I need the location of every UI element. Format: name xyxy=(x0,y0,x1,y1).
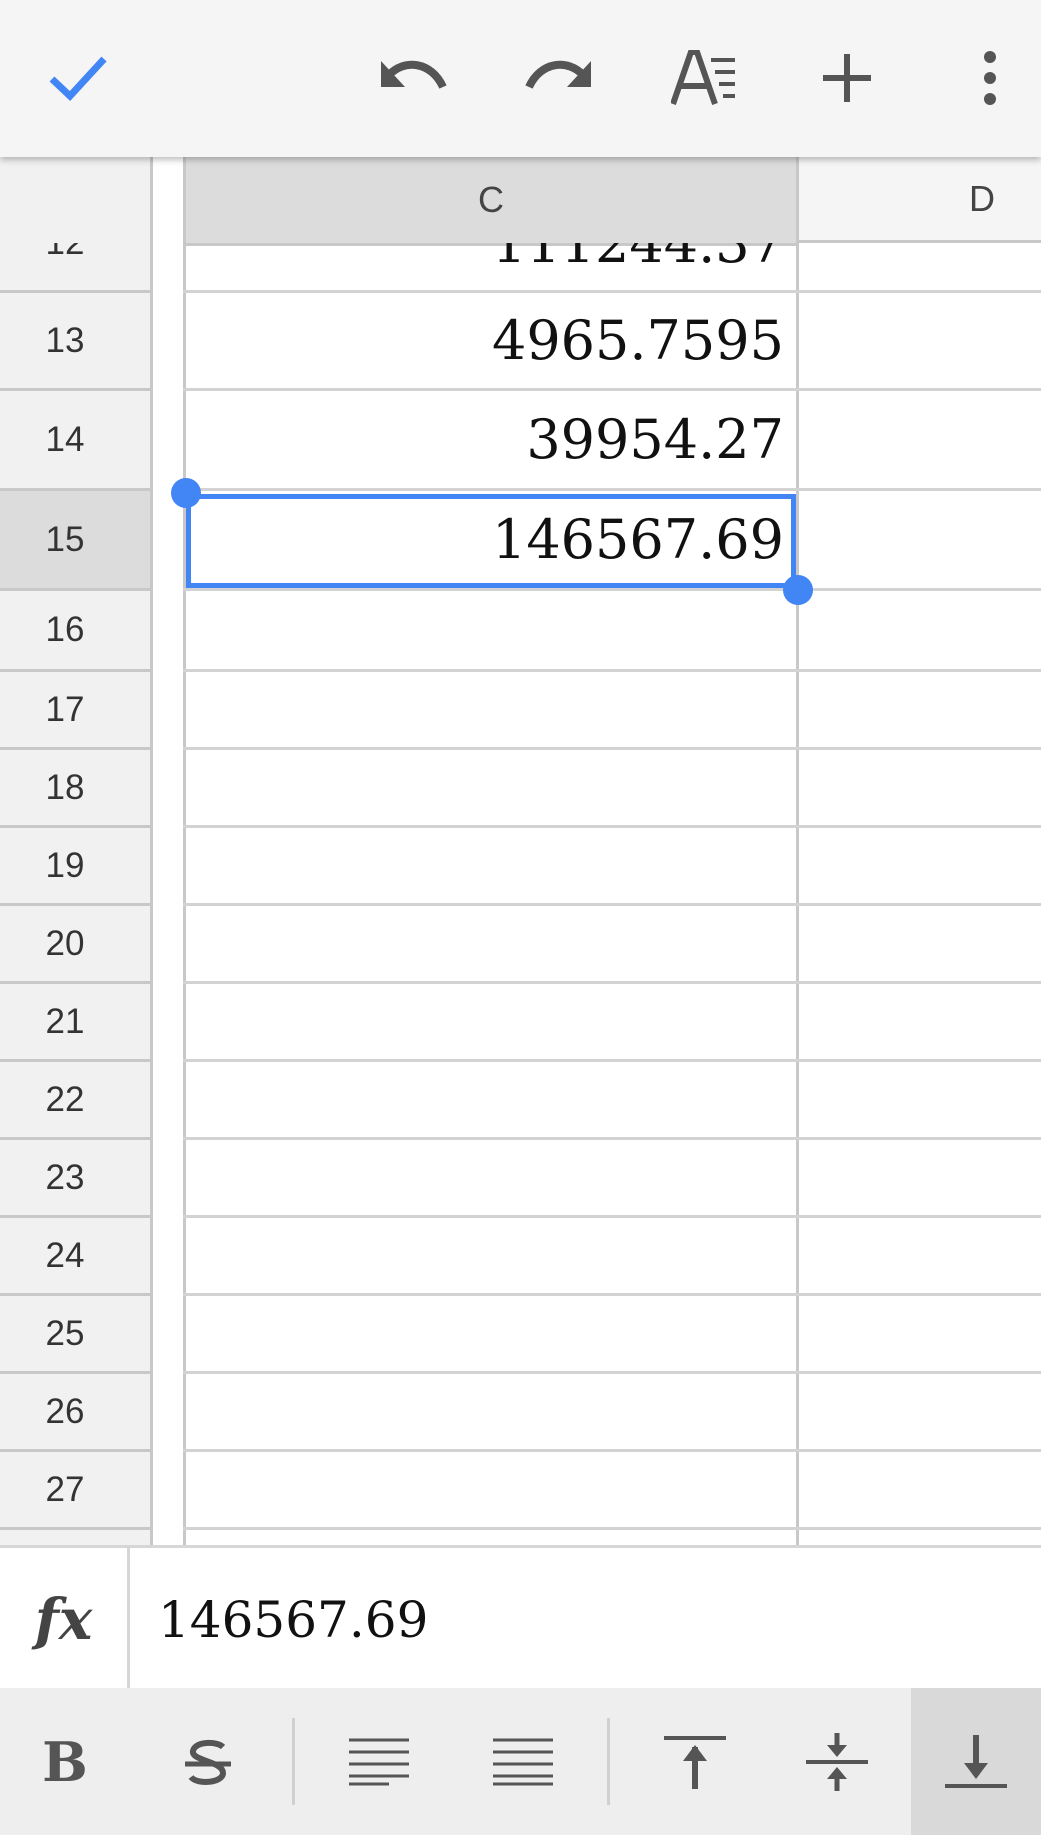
cell-d24[interactable] xyxy=(799,1218,1041,1293)
cell-d13[interactable] xyxy=(799,293,1041,388)
undo-icon[interactable] xyxy=(374,38,454,118)
cell-c26[interactable] xyxy=(186,1374,784,1449)
row-header[interactable]: 19 xyxy=(0,828,150,906)
align-justify-icon[interactable] xyxy=(458,1688,588,1835)
cell-d17[interactable] xyxy=(799,672,1041,747)
redo-icon[interactable] xyxy=(518,38,598,118)
row-header[interactable]: 26 xyxy=(0,1374,150,1452)
valign-middle-icon[interactable] xyxy=(772,1688,902,1835)
row-header[interactable]: 15 xyxy=(0,491,150,591)
bold-label: B xyxy=(42,1729,88,1794)
check-icon[interactable] xyxy=(38,38,118,118)
cell-c17[interactable] xyxy=(186,672,784,747)
cell-c22[interactable] xyxy=(186,1062,784,1137)
spreadsheet-grid[interactable]: C D 12111244.37134965.75951439954.271514… xyxy=(0,157,1041,1545)
cell-d19[interactable] xyxy=(799,828,1041,903)
cell-d18[interactable] xyxy=(799,750,1041,825)
cell-d23[interactable] xyxy=(799,1140,1041,1215)
column-header-c[interactable]: C xyxy=(186,157,796,246)
valign-top-icon[interactable] xyxy=(630,1688,760,1835)
valign-bottom-icon[interactable] xyxy=(911,1688,1041,1835)
cell-c14[interactable]: 39954.27 xyxy=(186,391,784,488)
cell-c18[interactable] xyxy=(186,750,784,825)
row-header[interactable]: 16 xyxy=(0,591,150,672)
cell-c24[interactable] xyxy=(186,1218,784,1293)
row-header[interactable]: 25 xyxy=(0,1296,150,1374)
row-header[interactable]: 22 xyxy=(0,1062,150,1140)
column-header-d[interactable]: D xyxy=(799,157,1041,243)
cell-d25[interactable] xyxy=(799,1296,1041,1371)
row-header[interactable]: 21 xyxy=(0,984,150,1062)
selection-handle-bottom-right[interactable] xyxy=(783,575,813,605)
cell-c19[interactable] xyxy=(186,828,784,903)
align-left-icon[interactable] xyxy=(314,1688,444,1835)
grid-gutter xyxy=(153,157,186,1545)
cell-d16[interactable] xyxy=(799,591,1041,669)
cell-c23[interactable] xyxy=(186,1140,784,1215)
cell-d14[interactable] xyxy=(799,391,1041,488)
cell-selection[interactable] xyxy=(186,494,796,588)
insert-plus-icon[interactable] xyxy=(807,38,887,118)
top-toolbar xyxy=(0,0,1041,157)
text-format-icon[interactable] xyxy=(664,38,744,118)
row-header[interactable]: 13 xyxy=(0,293,150,391)
cell-c16[interactable] xyxy=(186,591,784,669)
cell-d27[interactable] xyxy=(799,1452,1041,1527)
separator xyxy=(607,1718,610,1805)
row-header[interactable]: 12 xyxy=(0,243,150,293)
cell-d15[interactable] xyxy=(799,491,1041,588)
row-header[interactable]: 20 xyxy=(0,906,150,984)
row-header[interactable]: 18 xyxy=(0,750,150,828)
formula-input[interactable]: 146567.69 xyxy=(158,1548,428,1691)
cell-c25[interactable] xyxy=(186,1296,784,1371)
row-header[interactable]: 27 xyxy=(0,1452,150,1530)
cell-c27[interactable] xyxy=(186,1452,784,1527)
more-vert-icon[interactable] xyxy=(950,38,1030,118)
cell-d22[interactable] xyxy=(799,1062,1041,1137)
cell-c20[interactable] xyxy=(186,906,784,981)
cell-d12[interactable] xyxy=(799,243,1041,290)
cell-d20[interactable] xyxy=(799,906,1041,981)
row-header[interactable]: 24 xyxy=(0,1218,150,1296)
cell-c21[interactable] xyxy=(186,984,784,1059)
bold-icon[interactable]: B xyxy=(0,1688,130,1835)
cell-c13[interactable]: 4965.7595 xyxy=(186,293,784,388)
formula-bar: fx 146567.69 xyxy=(0,1545,1041,1691)
column-header-label: C xyxy=(478,179,504,220)
cell-d21[interactable] xyxy=(799,984,1041,1059)
selection-handle-top-left[interactable] xyxy=(171,478,201,508)
row-header[interactable]: 17 xyxy=(0,672,150,750)
format-toolbar: B xyxy=(0,1688,1041,1835)
fx-icon: fx xyxy=(0,1548,130,1691)
column-header-label: D xyxy=(969,177,995,219)
separator xyxy=(292,1718,295,1805)
row-header[interactable]: 14 xyxy=(0,391,150,491)
row-gridline xyxy=(183,1527,1041,1530)
cell-d26[interactable] xyxy=(799,1374,1041,1449)
row-header[interactable]: 23 xyxy=(0,1140,150,1218)
strikethrough-icon[interactable] xyxy=(143,1688,273,1835)
